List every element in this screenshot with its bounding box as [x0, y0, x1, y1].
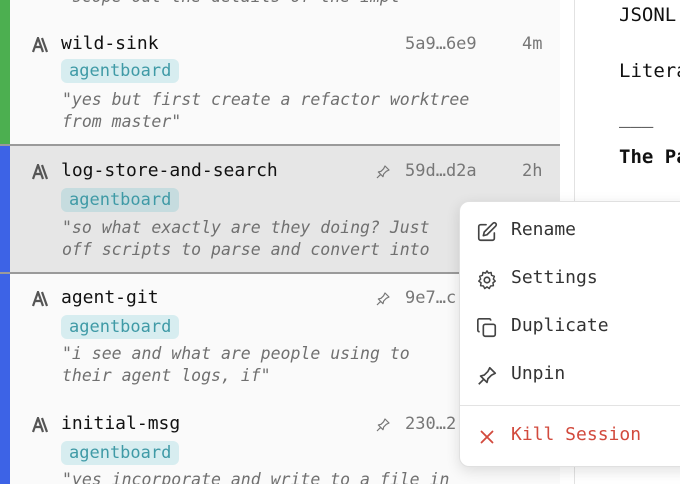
session-context-menu: Rename Settings Duplicate Unpin Kill Ses… — [459, 201, 680, 467]
status-bar — [0, 400, 10, 484]
pin-icon[interactable] — [375, 417, 391, 433]
anthropic-logo-icon — [31, 291, 49, 307]
doc-heading: The Pa — [619, 146, 680, 168]
session-item[interactable]: "scope out the details of the impl — [0, 0, 560, 20]
menu-divider — [460, 405, 680, 406]
session-name: log-store-and-search — [61, 160, 278, 181]
session-last-message: "yes incorporate and write to a file in — [62, 470, 450, 484]
session-last-message: "i see and what are people using to — [62, 344, 410, 363]
session-tag[interactable]: agentboard — [61, 441, 180, 465]
menu-item-label: Unpin — [511, 363, 566, 384]
pin-icon[interactable] — [375, 164, 391, 180]
menu-item-label: Duplicate — [511, 315, 609, 336]
gear-icon — [478, 270, 496, 290]
close-icon — [480, 430, 494, 444]
session-hash: 5a9…6e9 — [405, 34, 477, 54]
session-last-message-line2: from master" — [62, 112, 182, 131]
anthropic-logo-icon — [31, 417, 49, 433]
session-name: initial-msg — [61, 413, 181, 434]
session-hash: 9e7…c — [405, 288, 457, 308]
pin-icon[interactable] — [375, 291, 391, 307]
session-last-message-line2: off scripts to parse and convert into — [62, 240, 430, 259]
session-hash: 59d…d2a — [405, 161, 477, 181]
doc-line-2: Litera — [619, 60, 680, 82]
anthropic-logo-icon — [31, 37, 49, 53]
status-bar — [0, 0, 10, 20]
session-last-message: "scope out the details of the impl — [62, 0, 400, 8]
status-bar — [0, 20, 10, 145]
status-bar — [0, 274, 10, 400]
session-tag[interactable]: agentboard — [61, 188, 180, 212]
menu-item-label: Settings — [511, 267, 598, 288]
session-item-wild-sink[interactable]: wild-sink 5a9…6e9 4m agentboard "yes but… — [0, 20, 560, 145]
session-last-message: "so what exactly are they doing? Just — [62, 218, 430, 237]
menu-item-duplicate[interactable]: Duplicate — [460, 307, 680, 347]
doc-horizontal-rule: ___ — [619, 106, 654, 128]
doc-line-1: JSONL — [619, 4, 677, 26]
menu-item-kill-session[interactable]: Kill Session — [460, 416, 680, 456]
menu-item-settings[interactable]: Settings — [460, 259, 680, 299]
anthropic-logo-icon — [31, 164, 49, 180]
session-hash: 230…2 — [405, 414, 457, 434]
session-age: 2h — [522, 161, 543, 181]
session-tag[interactable]: agentboard — [61, 59, 180, 83]
session-name: agent-git — [61, 287, 159, 308]
pin-icon — [478, 366, 497, 385]
session-age: 4m — [522, 34, 543, 54]
menu-item-rename[interactable]: Rename — [460, 211, 680, 251]
edit-icon — [477, 221, 498, 242]
session-name: wild-sink — [61, 33, 159, 54]
session-last-message: "yes but first create a refactor worktre… — [62, 90, 470, 109]
session-tag[interactable]: agentboard — [61, 315, 180, 339]
status-bar — [0, 146, 10, 272]
menu-item-label: Rename — [511, 219, 577, 240]
menu-item-unpin[interactable]: Unpin — [460, 355, 680, 395]
menu-item-label: Kill Session — [511, 424, 642, 445]
session-last-message-line2: their agent logs, if" — [62, 366, 271, 385]
copy-icon — [477, 318, 497, 338]
